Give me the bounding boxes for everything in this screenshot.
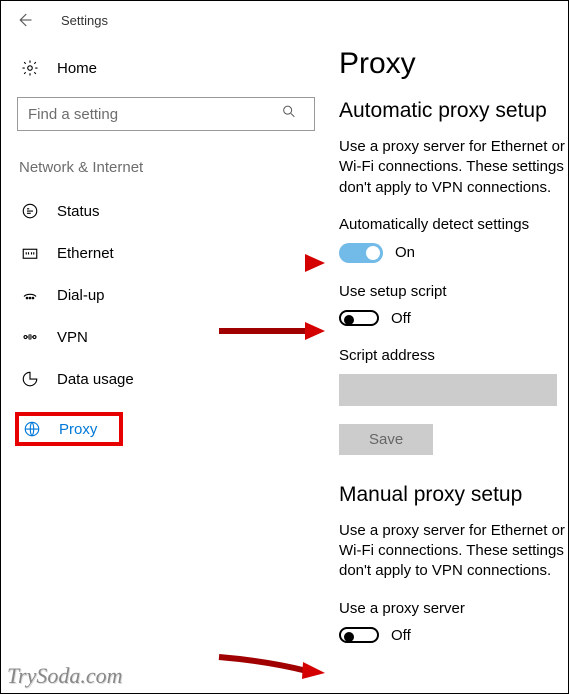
sidebar-item-label: Dial-up	[57, 287, 105, 304]
auto-detect-label: Automatically detect settings	[339, 216, 568, 233]
search-icon	[281, 104, 297, 125]
sidebar-item-proxy[interactable]: Proxy	[15, 400, 317, 458]
annotation-highlight: Proxy	[15, 412, 123, 446]
auto-detect-toggle[interactable]	[339, 243, 383, 263]
sidebar-item-dialup[interactable]: Dial-up	[15, 274, 317, 316]
sidebar-item-vpn[interactable]: VPN	[15, 316, 317, 358]
script-toggle[interactable]	[339, 310, 379, 326]
auto-section-desc: Use a proxy server for Ethernet or Wi-Fi…	[339, 137, 568, 198]
datausage-icon	[19, 370, 41, 388]
search-input[interactable]	[17, 97, 315, 131]
auto-detect-state: On	[395, 244, 415, 261]
use-proxy-toggle[interactable]	[339, 627, 379, 643]
use-proxy-state: Off	[391, 627, 411, 644]
manual-section-heading: Manual proxy setup	[339, 483, 568, 507]
sidebar-item-datausage[interactable]: Data usage	[15, 358, 317, 400]
sidebar-item-status[interactable]: Status	[15, 190, 317, 232]
sidebar-item-label: Data usage	[57, 371, 134, 388]
save-button[interactable]: Save	[339, 424, 433, 455]
back-icon[interactable]	[15, 11, 33, 29]
sidebar-item-label: Ethernet	[57, 245, 114, 262]
header-title: Settings	[61, 13, 108, 28]
sidebar-item-ethernet[interactable]: Ethernet	[15, 232, 317, 274]
script-toggle-label: Use setup script	[339, 283, 568, 300]
sidebar-category: Network & Internet	[15, 151, 317, 190]
sidebar-item-label: VPN	[57, 329, 88, 346]
dialup-icon	[19, 286, 41, 304]
sidebar-home[interactable]: Home	[15, 51, 317, 91]
use-proxy-label: Use a proxy server	[339, 600, 568, 617]
manual-section-desc: Use a proxy server for Ethernet or Wi-Fi…	[339, 521, 568, 582]
ethernet-icon	[19, 244, 41, 262]
proxy-icon	[21, 420, 43, 438]
auto-section-heading: Automatic proxy setup	[339, 99, 568, 123]
sidebar-home-label: Home	[57, 60, 97, 77]
page-title: Proxy	[339, 47, 568, 81]
script-address-input[interactable]	[339, 374, 557, 406]
script-toggle-state: Off	[391, 310, 411, 327]
script-address-label: Script address	[339, 347, 568, 364]
sidebar: Home Network & Internet Status Ethernet	[1, 43, 331, 664]
status-icon	[19, 202, 41, 220]
gear-icon	[19, 59, 41, 77]
watermark: TrySoda.com	[7, 663, 123, 689]
sidebar-item-label: Status	[57, 203, 100, 220]
sidebar-item-label: Proxy	[59, 421, 97, 438]
vpn-icon	[19, 328, 41, 346]
content-pane: Proxy Automatic proxy setup Use a proxy …	[331, 43, 568, 664]
